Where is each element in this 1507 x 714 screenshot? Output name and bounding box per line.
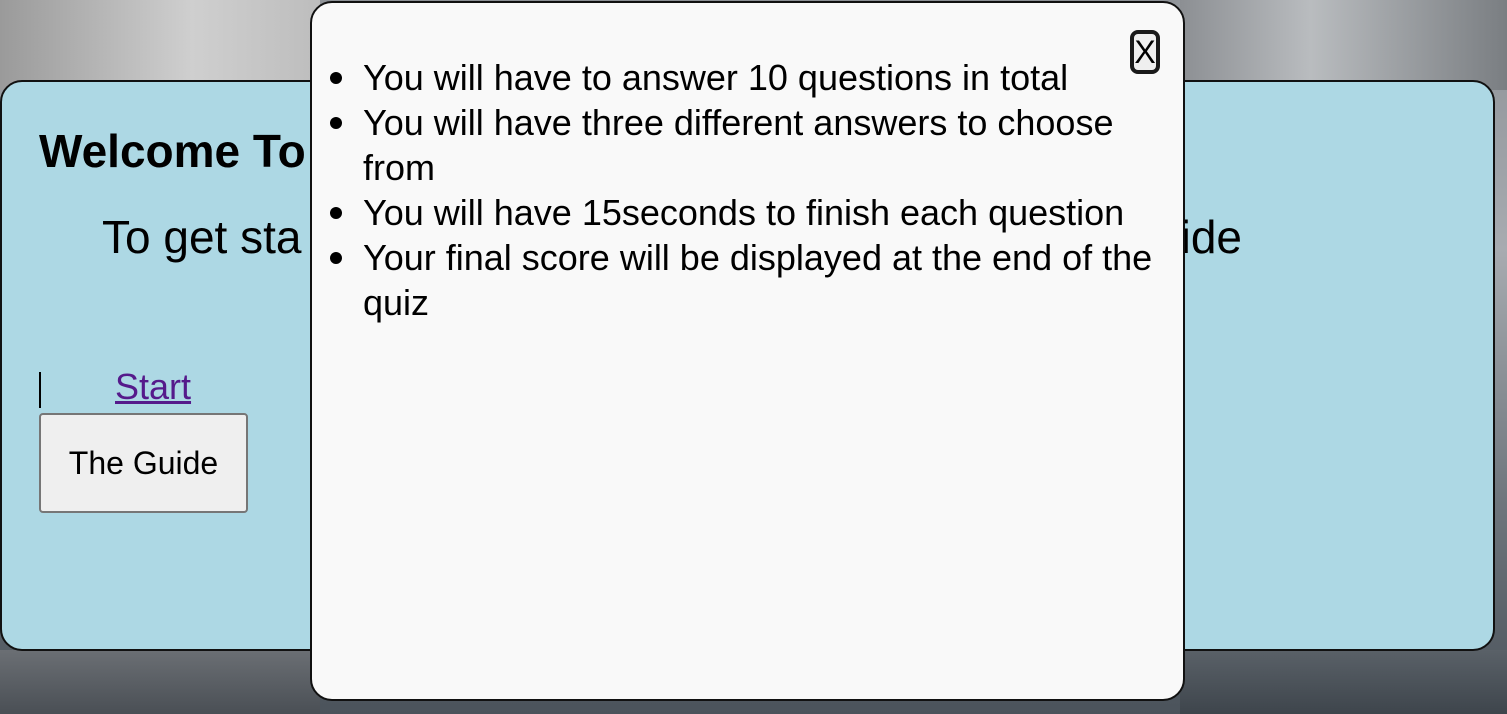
welcome-title: Welcome To: [39, 125, 306, 177]
rules-list: You will have to answer 10 questions in …: [330, 55, 1153, 325]
rule-text: You will have to answer 10 questions in …: [363, 57, 1069, 98]
welcome-subtitle-right: ide: [1180, 211, 1242, 263]
rule-text: You will have three different answers to…: [363, 102, 1114, 188]
bullet-icon: [330, 117, 342, 129]
background-photo-bottom-right: [1180, 650, 1507, 714]
welcome-subtitle-left: To get sta: [102, 211, 302, 263]
rule-text: You will have 15seconds to finish each q…: [363, 192, 1125, 233]
rule-item: Your final score will be displayed at th…: [330, 235, 1153, 325]
bullet-icon: [330, 72, 342, 84]
guide-modal: X You will have to answer 10 questions i…: [310, 1, 1185, 701]
background-photo-top-left: [0, 0, 320, 90]
start-link[interactable]: Start: [115, 366, 191, 408]
the-guide-button[interactable]: The Guide: [39, 413, 248, 513]
bullet-icon: [330, 207, 342, 219]
rule-item: You will have to answer 10 questions in …: [330, 55, 1153, 100]
rule-text: Your final score will be displayed at th…: [363, 237, 1153, 323]
background-photo-top-right: [1180, 0, 1507, 90]
bullet-icon: [330, 252, 342, 264]
rule-item: You will have three different answers to…: [330, 100, 1153, 190]
start-link-marker: [39, 372, 41, 408]
rule-item: You will have 15seconds to finish each q…: [330, 190, 1153, 235]
background-photo-bottom-left: [0, 650, 320, 714]
